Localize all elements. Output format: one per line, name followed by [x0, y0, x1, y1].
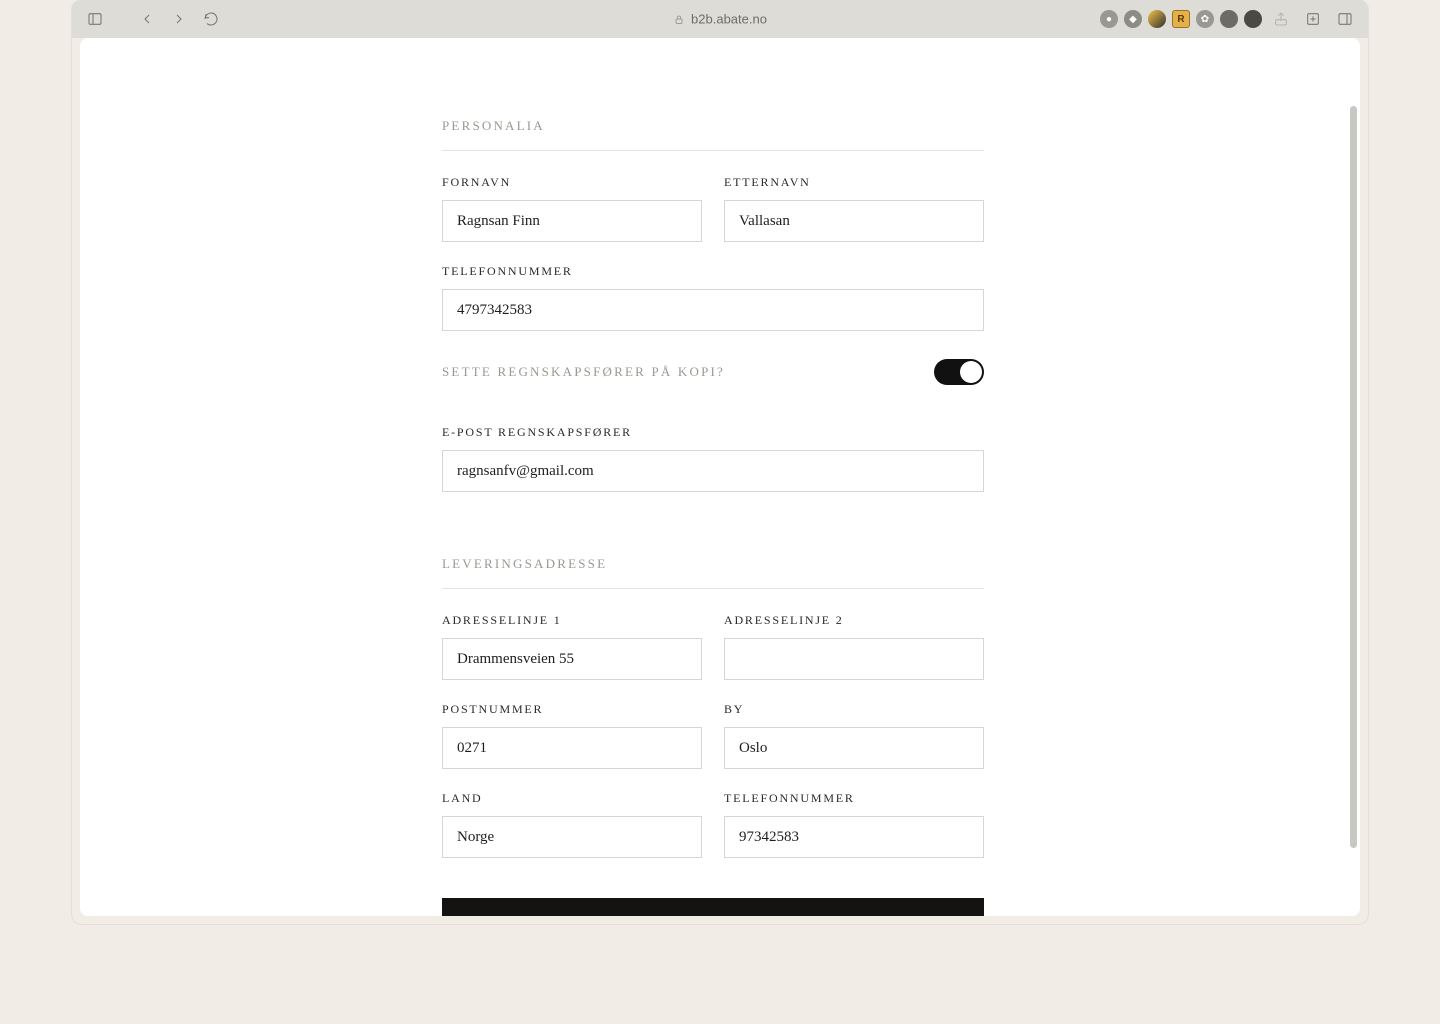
tabs-overview-button[interactable]	[1332, 6, 1358, 32]
divider	[442, 588, 984, 589]
section-title-delivery: LEVERINGSADRESSE	[442, 556, 984, 572]
divider	[442, 150, 984, 151]
label-addr2: ADRESSELINJE 2	[724, 613, 984, 628]
forward-button[interactable]	[166, 6, 192, 32]
page-viewport: PERSONALIA FORNAVN ETTERNAVN TELEFONNUMM…	[80, 38, 1360, 916]
scrollbar-thumb[interactable]	[1350, 106, 1357, 847]
postcode-input[interactable]	[442, 727, 702, 769]
accountant-email-input[interactable]	[442, 450, 984, 492]
label-first-name: FORNAVN	[442, 175, 702, 190]
country-input[interactable]	[442, 816, 702, 858]
city-input[interactable]	[724, 727, 984, 769]
label-country: LAND	[442, 791, 702, 806]
save-button[interactable]: LAGRE ENDRINGER	[442, 898, 984, 916]
address-line-1-input[interactable]	[442, 638, 702, 680]
cc-accountant-toggle[interactable]	[934, 359, 984, 385]
label-postcode: POSTNUMMER	[442, 702, 702, 717]
new-tab-button[interactable]	[1300, 6, 1326, 32]
label-phone: TELEFONNUMMER	[442, 264, 984, 279]
section-title-personalia: PERSONALIA	[442, 118, 984, 134]
label-delivery-phone: TELEFONNUMMER	[724, 791, 984, 806]
url-host: b2b.abate.no	[691, 12, 767, 27]
extension-icon[interactable]	[1244, 10, 1262, 28]
browser-toolbar: b2b.abate.no ● ◆ R ✿	[72, 0, 1368, 38]
extension-icon[interactable]: ●	[1100, 10, 1118, 28]
toggle-knob	[960, 361, 982, 383]
extension-icon[interactable]: R	[1172, 10, 1190, 28]
extension-icon[interactable]	[1220, 10, 1238, 28]
address-line-2-input[interactable]	[724, 638, 984, 680]
label-addr1: ADRESSELINJE 1	[442, 613, 702, 628]
scrollbar[interactable]	[1350, 46, 1357, 908]
last-name-input[interactable]	[724, 200, 984, 242]
phone-input[interactable]	[442, 289, 984, 331]
extension-icon[interactable]: ✿	[1196, 10, 1214, 28]
label-cc-accountant: SETTE REGNSKAPSFØRER PÅ KOPI?	[442, 364, 725, 380]
sidebar-toggle-icon[interactable]	[82, 6, 108, 32]
extension-icon[interactable]	[1148, 10, 1166, 28]
lock-icon	[673, 13, 685, 25]
reload-button[interactable]	[198, 6, 224, 32]
label-city: BY	[724, 702, 984, 717]
address-bar[interactable]: b2b.abate.no	[673, 12, 767, 27]
share-button[interactable]	[1268, 6, 1294, 32]
back-button[interactable]	[134, 6, 160, 32]
delivery-phone-input[interactable]	[724, 816, 984, 858]
first-name-input[interactable]	[442, 200, 702, 242]
browser-window: b2b.abate.no ● ◆ R ✿ PERSONALI	[72, 0, 1368, 924]
label-accountant-email: E-POST REGNSKAPSFØRER	[442, 425, 984, 440]
extension-icon[interactable]: ◆	[1124, 10, 1142, 28]
toolbar-right: ● ◆ R ✿	[1100, 6, 1358, 32]
label-last-name: ETTERNAVN	[724, 175, 984, 190]
